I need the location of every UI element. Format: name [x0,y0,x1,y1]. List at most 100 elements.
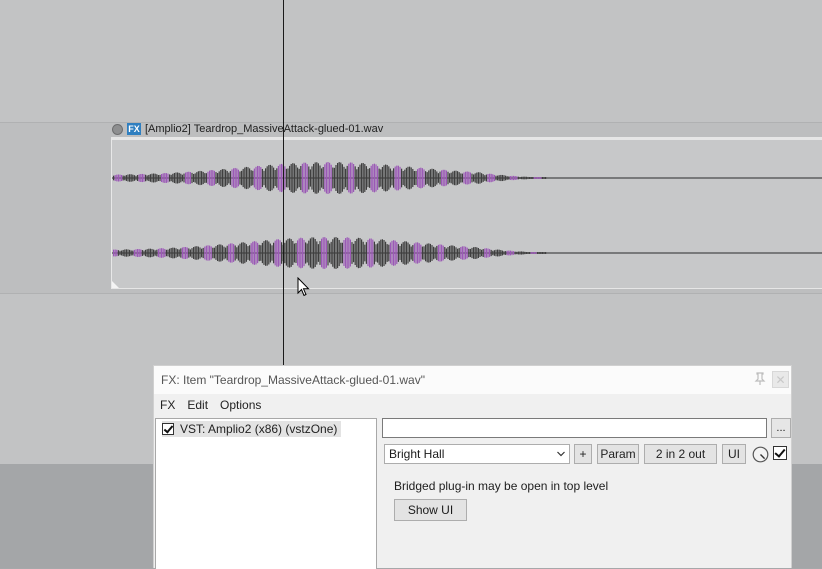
waveform-sample [533,252,535,254]
waveform-sample [170,247,172,259]
waveform-sample [397,244,399,262]
waveform-sample [196,172,198,184]
fx-window-titlebar[interactable]: FX: Item "Teardrop_MassiveAttack-glued-0… [154,366,791,394]
media-item[interactable] [111,137,822,289]
waveform-sample [145,249,147,257]
waveform-sample [519,177,521,179]
waveform-sample [207,245,209,261]
waveform-sample [156,249,158,257]
waveform-sample [210,246,212,260]
waveform-sample [199,247,201,259]
waveform-sample [173,172,175,184]
waveform-sample [359,238,361,268]
waveform-sample [449,173,451,183]
waveform-sample [285,240,287,266]
waveform-sample [431,245,433,261]
waveform-sample [271,165,273,191]
show-ui-button[interactable]: Show UI [394,499,467,521]
waveform-sample [361,239,363,267]
waveform-sample [201,248,203,258]
waveform-sample [380,169,382,187]
waveform-sample [449,245,451,261]
waveform-sample [133,175,135,181]
waveform-sample [159,174,161,182]
waveform-sample [333,167,335,189]
waveform-sample [253,168,255,188]
waveform-sample [298,238,300,268]
waveform-sample [263,170,265,186]
waveform-sample [373,163,375,193]
waveform-sample [210,170,212,186]
waveform-sample [455,170,457,186]
waveform-sample [524,176,526,180]
item-fx-icon[interactable]: FX [127,123,141,135]
waveform-sample [516,176,518,180]
waveform-sample [521,251,523,255]
waveform-sample [519,251,521,255]
waveform-sample [167,249,169,257]
waveform-sample [458,172,460,184]
waveform-sample [269,243,271,263]
waveform-sample [357,166,359,190]
io-routing-button[interactable]: 2 in 2 out [644,444,717,464]
waveform-sample [253,241,255,265]
waveform-sample [447,171,449,185]
waveform-sample [266,240,268,266]
waveform-sample [169,248,171,258]
waveform-sample [433,246,435,260]
waveform-sample [297,240,299,266]
menu-edit[interactable]: Edit [187,398,208,412]
waveform-sample [452,245,454,261]
waveform-sample [437,244,439,262]
param-button[interactable]: Param [597,444,639,464]
waveform-sample [186,171,188,185]
item-lock-icon[interactable] [112,123,123,135]
waveform-sample [129,249,131,257]
waveform-sample [471,247,473,259]
waveform-sample [337,237,339,269]
item-corner-handle[interactable] [112,281,119,288]
waveform-sample [453,246,455,260]
fx-chain-window[interactable]: FX: Item "Teardrop_MassiveAttack-glued-0… [153,365,792,569]
close-button[interactable]: ✕ [772,371,789,388]
waveform-sample [178,172,180,184]
menu-options[interactable]: Options [220,398,261,412]
fx-list-item[interactable]: VST: Amplio2 (x86) (vstzOne) [162,421,342,437]
plugin-enable-checkbox[interactable] [162,423,174,435]
waveform-sample [497,175,499,181]
waveform-sample [257,165,259,191]
media-item-header[interactable]: FX [Amplio2] Teardrop_MassiveAttack-glue… [112,121,383,137]
preset-name-input[interactable] [382,418,767,438]
waveform-sample [303,162,305,194]
ui-button[interactable]: UI [722,444,746,464]
waveform-sample [319,165,321,191]
waveform-sample [317,244,319,262]
waveform-sample [311,237,313,269]
waveform-sample [385,241,387,265]
bypass-checkbox[interactable] [773,446,787,460]
wet-knob-icon[interactable] [752,446,769,463]
waveform-sample [527,252,529,254]
preset-dropdown-value: Bright Hall [389,447,445,461]
waveform-sample [317,163,319,193]
waveform-sample [215,246,217,260]
waveform-sample [236,247,238,259]
preset-more-button[interactable]: ... [771,418,791,438]
waveform-sample [399,166,401,190]
waveform-sample [143,250,145,256]
fx-plugin-list[interactable]: VST: Amplio2 (x86) (vstzOne) [155,418,377,569]
waveform-sample [346,165,348,191]
preset-dropdown[interactable]: Bright Hall [384,444,570,464]
waveform-sample [428,243,430,263]
pin-icon[interactable] [753,372,767,386]
waveform-sample [349,162,351,194]
waveform-sample [333,237,335,269]
add-preset-button[interactable]: + [574,444,592,464]
waveform-sample [249,168,251,188]
menu-fx[interactable]: FX [160,398,175,412]
waveform-sample [311,166,313,190]
waveform-sample [402,242,404,264]
waveform-sample [252,241,254,265]
waveform-sample [284,166,286,190]
waveform-sample [359,164,361,192]
